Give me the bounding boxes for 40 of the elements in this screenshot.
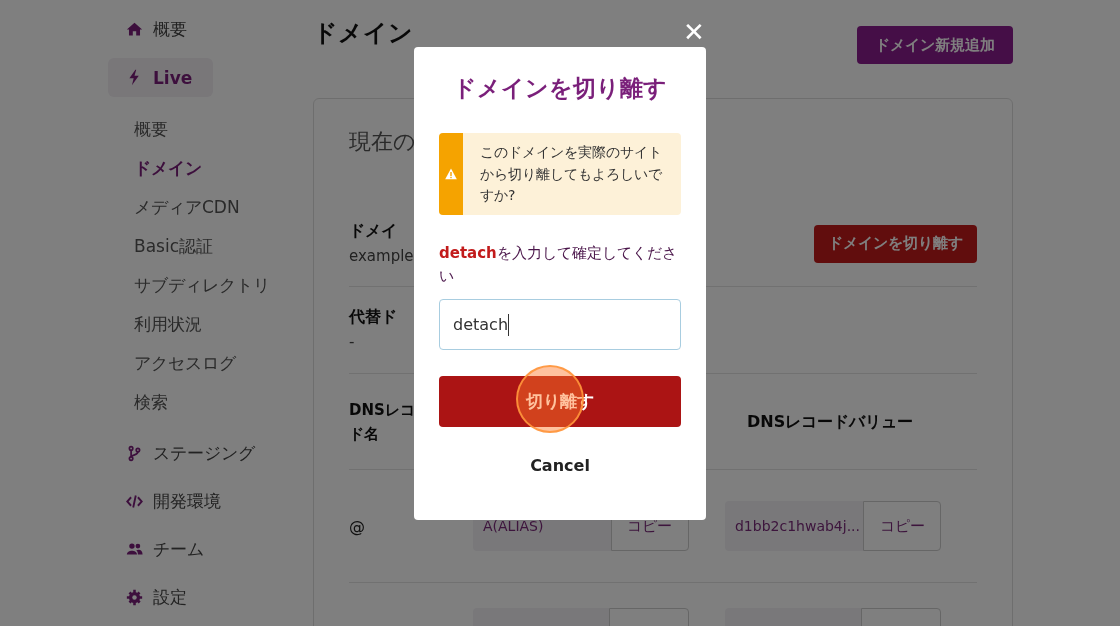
sidebar-subitem[interactable]: 概要 — [134, 114, 290, 153]
domain-value: example — [349, 245, 414, 267]
column-header: ド名 — [349, 423, 379, 445]
copy-button[interactable]: コピー — [863, 501, 941, 551]
card-title: 現在の — [349, 128, 416, 156]
sidebar-subitem[interactable]: 検索 — [134, 387, 290, 426]
alternate-domain-label: 代替ド — [349, 306, 397, 328]
record-value-field: d1bb2c1hwab4j... — [725, 501, 863, 551]
sidebar-item[interactable]: Live — [108, 58, 213, 97]
modal-title: ドメインを切り離す — [452, 74, 668, 103]
gear-icon — [126, 589, 143, 606]
sidebar-item[interactable]: チーム — [108, 530, 214, 569]
domain-label: ドメイ — [349, 219, 398, 242]
add-domain-button[interactable]: ドメイン新規追加 — [857, 26, 1013, 64]
close-button[interactable]: ✕ — [680, 18, 708, 46]
detach-domain-button[interactable]: ドメインを切り離す — [814, 224, 977, 263]
sidebar-subitem[interactable]: ドメイン — [134, 153, 290, 192]
sidebar-subitem[interactable]: Basic認証 — [134, 231, 290, 270]
branch-icon — [126, 445, 143, 462]
sidebar-subitem[interactable]: 利用状況 — [134, 309, 290, 348]
sidebar-subitem[interactable]: サブディレクトリ — [134, 270, 290, 309]
column-header: DNSレコ — [349, 399, 415, 421]
cancel-button[interactable]: Cancel — [524, 455, 596, 476]
page-title: ドメイン — [313, 18, 413, 49]
warning-icon — [445, 168, 457, 180]
sidebar-item[interactable]: 設定 — [108, 578, 197, 617]
record-name: @ — [349, 516, 366, 536]
sidebar-subitem[interactable]: メディアCDN — [134, 192, 290, 231]
code-icon — [126, 493, 143, 510]
people-icon — [126, 541, 143, 558]
column-header: DNSレコードバリュー — [747, 410, 914, 433]
home-icon — [126, 21, 143, 38]
warning-text: このドメインを実際のサイトから切り離してもよろしいですか? — [479, 143, 663, 205]
sidebar-item[interactable]: 概要 — [108, 10, 197, 49]
sidebar-item[interactable]: 開発環境 — [108, 482, 231, 521]
sidebar-subitem[interactable]: アクセスログ — [134, 348, 290, 387]
alternate-domain-value: - — [349, 332, 356, 353]
confirm-instruction: detachを入力して確定してください — [439, 243, 678, 287]
confirm-input-field[interactable]: detach — [439, 299, 681, 350]
sidebar-item[interactable]: ステージング — [108, 434, 265, 473]
